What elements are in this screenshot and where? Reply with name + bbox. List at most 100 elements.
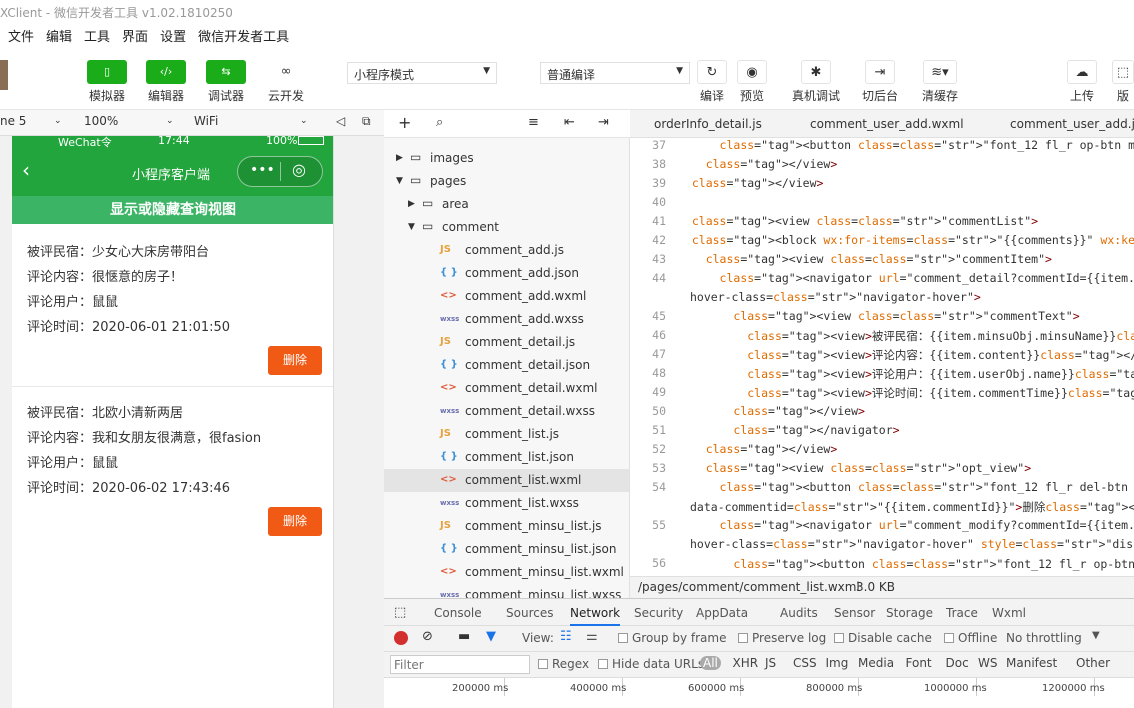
toggle-query-view-bar[interactable]: 显示或隐藏查询视图 xyxy=(12,196,333,224)
menu-edit[interactable]: 编辑 xyxy=(46,26,72,45)
list-icon[interactable]: ≡ xyxy=(528,115,539,130)
filter-icon[interactable]: ▼ xyxy=(486,629,496,644)
avatar[interactable] xyxy=(0,60,8,90)
tree-folder[interactable]: ▼ ▭ comment xyxy=(384,216,629,239)
offline-checkbox[interactable]: Offline xyxy=(944,631,997,645)
compile-mode-select[interactable]: 普通编译 ▼ xyxy=(540,62,690,84)
debugger-button[interactable]: ⇆ 调试器 xyxy=(201,60,251,104)
menu-wechat-devtools[interactable]: 微信开发者工具 xyxy=(198,26,289,45)
clear-icon[interactable]: ⊘ xyxy=(422,629,433,644)
tree-file[interactable]: JS comment_add.js xyxy=(384,239,629,262)
popout-icon[interactable]: ⧉ xyxy=(362,114,371,129)
devtools-tab-storage[interactable]: Storage xyxy=(886,606,933,620)
tree-file[interactable]: <> comment_minsu_list.wxml xyxy=(384,561,629,584)
chevron-down-icon[interactable]: ▼ xyxy=(1092,630,1100,641)
tree-file[interactable]: <> comment_add.wxml xyxy=(384,285,629,308)
group-by-frame-checkbox[interactable]: Group by frame xyxy=(618,631,726,645)
preview-button[interactable]: ◉ 预览 xyxy=(727,60,777,104)
type-filter-ws[interactable]: WS xyxy=(978,656,997,670)
devtools-tab-console[interactable]: Console xyxy=(434,606,482,620)
tree-file[interactable]: { } comment_minsu_list.json xyxy=(384,538,629,561)
tree-file[interactable]: { } comment_list.json xyxy=(384,446,629,469)
device-select[interactable]: ne 5 xyxy=(0,114,26,128)
volume-icon[interactable]: ◁ xyxy=(336,114,345,128)
tab-orderinfo-detail-js[interactable]: orderInfo_detail.js xyxy=(654,117,762,131)
chevron-down-icon[interactable]: ⌄ xyxy=(166,116,174,126)
code-editor[interactable]: 37 class="tag"><button class=class="str"… xyxy=(630,138,1134,576)
tab-comment-user-add-wxml[interactable]: comment_user_add.wxml xyxy=(810,117,964,131)
tree-folder[interactable]: ▼ ▭ pages xyxy=(384,170,629,193)
card1-delete-button[interactable]: 删除 xyxy=(268,346,322,375)
real-debug-button[interactable]: ✱ 真机调试 xyxy=(786,60,846,104)
simulator-button[interactable]: ▯ 模拟器 xyxy=(82,60,132,104)
type-filter-media[interactable]: Media xyxy=(858,656,894,670)
sidebar-toggle-icon[interactable]: ⇥ xyxy=(598,115,609,130)
version-button[interactable]: ⬚ 版 xyxy=(1112,60,1134,104)
devtools-tab-audits[interactable]: Audits xyxy=(780,606,818,620)
type-filter-doc[interactable]: Doc xyxy=(946,656,969,670)
preserve-log-checkbox[interactable]: Preserve log xyxy=(738,631,826,645)
type-filter-font[interactable]: Font xyxy=(906,656,932,670)
editor-button[interactable]: ‹/› 编辑器 xyxy=(141,60,191,104)
tree-file[interactable]: JS comment_minsu_list.js xyxy=(384,515,629,538)
chevron-right-icon[interactable]: ▶ xyxy=(396,153,403,163)
cloud-button[interactable]: ∞ 云开发 xyxy=(261,60,311,104)
tab-comment-user-add-js[interactable]: comment_user_add.js xyxy=(1010,117,1134,131)
tree-folder[interactable]: ▶ ▭ images xyxy=(384,147,629,170)
chevron-down-icon[interactable]: ⌄ xyxy=(54,116,62,126)
tree-file[interactable]: JS comment_list.js xyxy=(384,423,629,446)
tree-file[interactable]: { } comment_add.json xyxy=(384,262,629,285)
tree-file[interactable]: { } comment_detail.json xyxy=(384,354,629,377)
tree-file[interactable]: wxss comment_add.wxss xyxy=(384,308,629,331)
waterfall-view-icon[interactable]: ⚌ xyxy=(586,629,598,644)
devtools-tab-wxml[interactable]: Wxml xyxy=(992,606,1026,620)
type-filter-img[interactable]: Img xyxy=(826,656,849,670)
filter-input[interactable] xyxy=(390,655,530,674)
throttling-select[interactable]: No throttling xyxy=(1006,631,1082,645)
more-icon[interactable]: ••• xyxy=(250,162,275,178)
devtools-tab-sensor[interactable]: Sensor xyxy=(834,606,875,620)
devtools-tab-security[interactable]: Security xyxy=(634,606,683,620)
network-select[interactable]: WiFi xyxy=(194,114,218,128)
tree-folder[interactable]: ▶ ▭ area xyxy=(384,193,629,216)
add-icon[interactable]: + xyxy=(398,113,411,132)
clear-cache-button[interactable]: ≋▾ 清缓存 xyxy=(915,60,965,104)
search-icon[interactable]: ⌕ xyxy=(436,115,443,130)
inspect-icon[interactable]: ⬚ xyxy=(394,605,406,620)
devtools-tab-network[interactable]: Network xyxy=(570,606,621,626)
tree-file[interactable]: wxss comment_detail.wxss xyxy=(384,400,629,423)
record-icon[interactable] xyxy=(394,631,408,645)
chevron-right-icon[interactable]: ▶ xyxy=(408,199,415,209)
disable-cache-checkbox[interactable]: Disable cache xyxy=(834,631,932,645)
regex-checkbox[interactable]: Regex xyxy=(538,657,589,671)
tree-file[interactable]: JS comment_detail.js xyxy=(384,331,629,354)
type-filter-other[interactable]: Other xyxy=(1076,656,1110,670)
type-filter-manifest[interactable]: Manifest xyxy=(1006,656,1057,670)
type-filter-all[interactable]: All xyxy=(700,656,721,670)
collapse-icon[interactable]: ⇤ xyxy=(564,115,575,130)
menu-view[interactable]: 界面 xyxy=(122,26,148,45)
type-filter-css[interactable]: CSS xyxy=(793,656,817,670)
camera-icon[interactable]: ▬ xyxy=(458,629,470,644)
background-button[interactable]: ⇥ 切后台 xyxy=(855,60,905,104)
chevron-down-icon[interactable]: ▼ xyxy=(408,222,415,232)
tree-file[interactable]: wxss comment_list.wxss xyxy=(384,492,629,515)
type-filter-xhr[interactable]: XHR xyxy=(733,656,759,670)
menu-file[interactable]: 文件 xyxy=(8,26,34,45)
zoom-select[interactable]: 100% xyxy=(84,114,118,128)
card2-delete-button[interactable]: 删除 xyxy=(268,507,322,536)
devtools-tab-appdata[interactable]: AppData xyxy=(696,606,748,620)
tree-file[interactable]: <> comment_list.wxml xyxy=(384,469,629,492)
back-arrow-icon[interactable]: ‹ xyxy=(22,158,30,182)
menu-settings[interactable]: 设置 xyxy=(160,26,186,45)
type-filter-js[interactable]: JS xyxy=(765,656,776,670)
devtools-tab-trace[interactable]: Trace xyxy=(946,606,978,620)
mode-select[interactable]: 小程序模式 ▼ xyxy=(347,62,497,84)
menu-tools[interactable]: 工具 xyxy=(84,26,110,45)
chevron-down-icon[interactable]: ▼ xyxy=(396,176,403,186)
close-miniprogram-icon[interactable]: ◎ xyxy=(292,160,306,179)
tree-file[interactable]: <> comment_detail.wxml xyxy=(384,377,629,400)
hide-data-urls-checkbox[interactable]: Hide data URLs xyxy=(598,657,704,671)
tree-file[interactable]: wxss comment_minsu_list.wxss xyxy=(384,584,629,598)
chevron-down-icon[interactable]: ⌄ xyxy=(300,116,308,126)
